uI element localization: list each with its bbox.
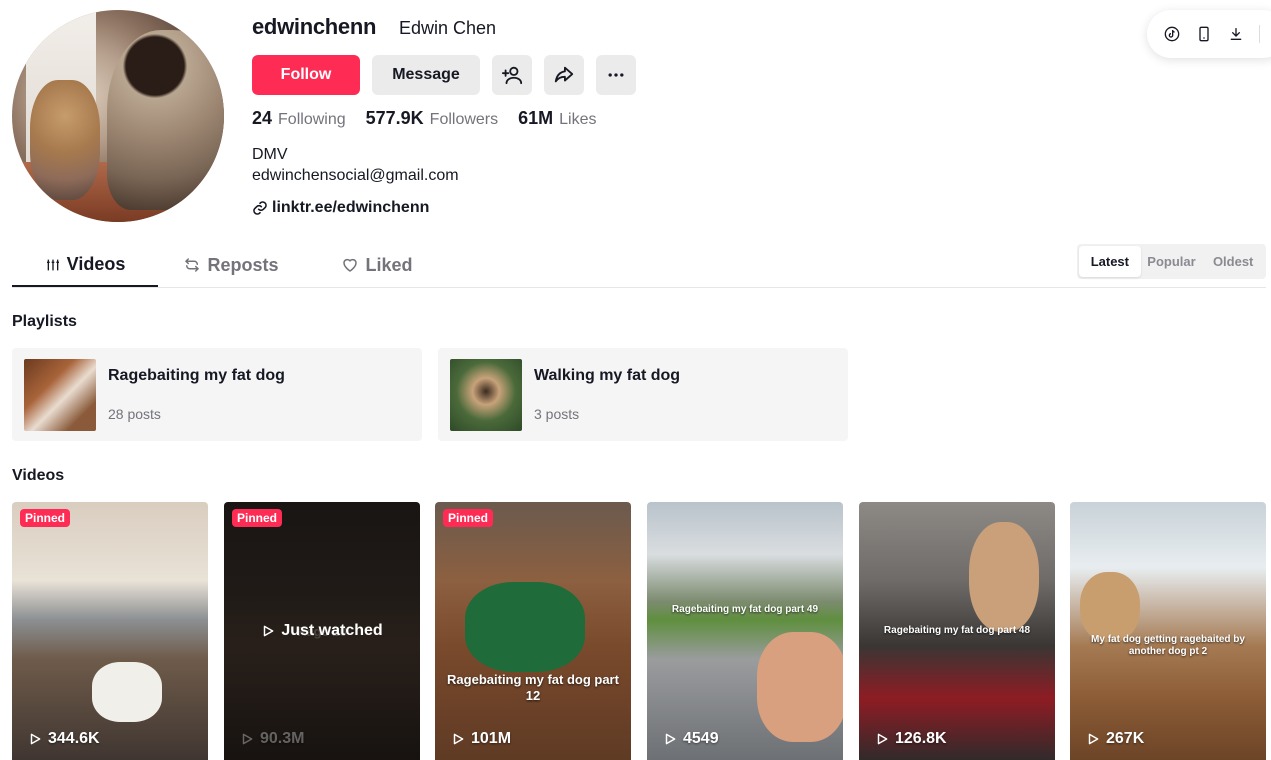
video-thumbnail-subject xyxy=(1080,572,1140,642)
tab-liked-label: Liked xyxy=(365,254,413,275)
download-icon[interactable] xyxy=(1227,25,1245,43)
tab-reposts[interactable]: Reposts xyxy=(158,244,304,286)
video-views: 126.8K xyxy=(875,730,947,748)
ellipsis-icon xyxy=(608,73,624,77)
more-options-button[interactable] xyxy=(596,55,636,95)
video-thumbnail-subject xyxy=(757,632,843,742)
profile-avatar[interactable] xyxy=(12,10,224,222)
bio-line-email: edwinchensocial@gmail.com xyxy=(252,167,459,184)
just-watched-text: Just watched xyxy=(281,622,383,639)
pinned-badge: Pinned xyxy=(443,509,494,527)
play-icon xyxy=(453,733,464,745)
video-thumbnail-subject xyxy=(92,662,162,722)
sort-oldest[interactable]: Oldest xyxy=(1202,246,1264,277)
likes-label: Likes xyxy=(559,111,597,128)
video-views: 267K xyxy=(1086,730,1144,748)
playlists-heading: Playlists xyxy=(12,313,77,330)
profile-bio: DMV edwinchensocial@gmail.com xyxy=(252,144,459,186)
video-caption: Ragebaiting my fat dog part 49 xyxy=(671,604,819,615)
video-views-count: 344.6K xyxy=(48,730,100,747)
share-icon xyxy=(554,66,574,83)
profile-link[interactable]: linktr.ee/edwinchenn xyxy=(252,199,429,217)
video-views-count: 101M xyxy=(471,730,512,747)
tabs-divider xyxy=(12,287,1266,288)
share-button[interactable] xyxy=(544,55,584,95)
tab-liked[interactable]: Liked xyxy=(304,244,450,286)
playlist-thumbnail xyxy=(24,359,96,431)
profile-stats: 24 Following 577.9K Followers 61M Likes xyxy=(252,108,597,129)
sort-control: Latest Popular Oldest xyxy=(1077,244,1266,279)
grid-icon xyxy=(46,259,59,270)
play-icon xyxy=(264,625,274,637)
playlist-name: Ragebaiting my fat dog xyxy=(108,367,285,384)
repost-icon xyxy=(185,258,200,272)
playlist-card[interactable]: Ragebaiting my fat dog 28 posts xyxy=(12,348,422,441)
following-count: 24 xyxy=(252,108,273,128)
play-icon xyxy=(665,733,676,745)
video-views: 344.6K xyxy=(28,730,100,748)
followers-label: Followers xyxy=(429,111,499,128)
video-caption: My fat dog getting ragebaited by another… xyxy=(1091,634,1245,657)
video-thumbnail-subject xyxy=(969,522,1039,632)
add-friend-button[interactable] xyxy=(492,55,532,95)
video-caption: Ragebaiting my fat dog part 48 xyxy=(883,625,1031,636)
video-views: 4549 xyxy=(663,730,719,748)
video-views-count: 126.8K xyxy=(895,730,947,747)
follow-button[interactable]: Follow xyxy=(252,55,360,95)
tab-videos[interactable]: Videos xyxy=(12,244,158,287)
playlist-count: 3 posts xyxy=(534,406,580,422)
message-button[interactable]: Message xyxy=(372,55,480,95)
stat-following[interactable]: 24 Following xyxy=(252,108,346,129)
video-thumbnail-subject xyxy=(465,582,585,672)
play-icon xyxy=(877,733,888,745)
sort-popular[interactable]: Popular xyxy=(1141,246,1203,277)
tab-videos-label: Videos xyxy=(66,254,126,274)
heart-outline-icon xyxy=(343,258,358,272)
stat-followers[interactable]: 577.9K Followers xyxy=(366,108,499,129)
toolbar-separator xyxy=(1259,25,1260,43)
play-icon xyxy=(1088,733,1099,745)
avatar-person xyxy=(107,30,224,210)
video-card[interactable]: Pinned 344.6K xyxy=(12,502,208,760)
likes-count: 61M xyxy=(518,108,554,128)
pinned-badge: Pinned xyxy=(232,509,283,527)
playlist-name: Walking my fat dog xyxy=(534,367,681,384)
followers-count: 577.9K xyxy=(365,108,424,128)
add-user-icon xyxy=(501,66,523,85)
playlist-thumbnail xyxy=(450,359,522,431)
pinned-badge: Pinned xyxy=(20,509,71,527)
videos-heading: Videos xyxy=(12,467,65,484)
sort-latest[interactable]: Latest xyxy=(1079,246,1141,277)
video-views: 90.3M xyxy=(240,730,304,748)
bio-line-location: DMV xyxy=(252,146,288,163)
playlist-card[interactable]: Walking my fat dog 3 posts xyxy=(438,348,848,441)
video-views-count: 4549 xyxy=(683,730,719,747)
profile-nickname: Edwin Chen xyxy=(399,18,497,38)
following-label: Following xyxy=(278,111,346,128)
just-watched-label: Just watched xyxy=(224,622,420,640)
video-caption: Ragebaiting my fat dog part 12 xyxy=(447,672,619,703)
playlist-count: 28 posts xyxy=(108,406,161,422)
profile-tabs: Videos Reposts Liked xyxy=(12,244,450,288)
video-views: 101M xyxy=(451,730,511,748)
video-card[interactable]: Pinned Ragebaiting my fat dog part 12 10… xyxy=(435,502,631,760)
tab-reposts-label: Reposts xyxy=(207,254,279,275)
video-card[interactable]: Ragebaiting my fat dog part 49 4549 xyxy=(647,502,843,760)
video-card[interactable]: Rage 20 Pinned Just watched 90.3M xyxy=(224,502,420,760)
profile-link-text: linktr.ee/edwinchenn xyxy=(272,199,430,216)
link-icon xyxy=(253,201,267,215)
floating-toolbar xyxy=(1147,10,1271,58)
profile-username: edwinchenn xyxy=(252,14,377,39)
phone-icon[interactable] xyxy=(1195,25,1213,43)
video-card[interactable]: Ragebaiting my fat dog part 48 126.8K xyxy=(859,502,1055,760)
play-icon xyxy=(242,733,253,745)
video-views-count: 267K xyxy=(1106,730,1145,747)
stat-likes: 61M Likes xyxy=(518,108,596,129)
tiktok-logo-icon[interactable] xyxy=(1163,25,1181,43)
avatar-dog xyxy=(30,80,100,200)
video-views-count: 90.3M xyxy=(260,730,305,747)
play-icon xyxy=(30,733,41,745)
video-card[interactable]: My fat dog getting ragebaited by another… xyxy=(1070,502,1266,760)
